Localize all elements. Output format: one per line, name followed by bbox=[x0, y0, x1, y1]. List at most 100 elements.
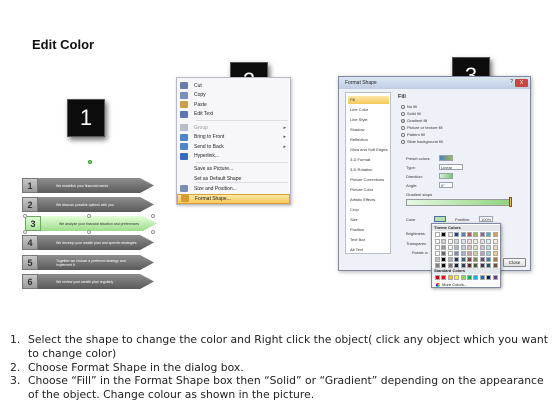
theme-color-swatch[interactable] bbox=[467, 263, 472, 268]
category-item[interactable]: Picture Color bbox=[348, 186, 389, 194]
theme-color-swatch[interactable] bbox=[467, 232, 472, 237]
theme-color-swatch[interactable] bbox=[492, 232, 498, 237]
category-item[interactable]: Size bbox=[348, 216, 389, 224]
menu-item-size-and-position[interactable]: Size and Position... bbox=[177, 184, 290, 194]
theme-color-swatch[interactable] bbox=[447, 257, 453, 262]
standard-color-swatch[interactable] bbox=[473, 275, 479, 280]
theme-color-swatch[interactable] bbox=[435, 239, 440, 244]
menu-item-paste[interactable]: Paste bbox=[177, 100, 290, 110]
menu-item-send-to-back[interactable]: Send to Back ▸ bbox=[177, 142, 290, 152]
shape-row[interactable]: 6 We review your wealth plan regularly bbox=[22, 274, 154, 289]
theme-color-swatch[interactable] bbox=[435, 263, 440, 268]
theme-color-swatch[interactable] bbox=[447, 251, 453, 256]
standard-color-swatch[interactable] bbox=[460, 275, 466, 280]
theme-color-swatch[interactable] bbox=[486, 232, 492, 237]
menu-item-format-shape[interactable]: Format Shape... bbox=[177, 194, 290, 204]
theme-color-swatch[interactable] bbox=[460, 239, 466, 244]
theme-color-swatch[interactable] bbox=[447, 232, 453, 237]
theme-color-swatch[interactable] bbox=[486, 251, 492, 256]
category-item[interactable]: Crop bbox=[348, 206, 389, 214]
selection-handle[interactable] bbox=[151, 214, 155, 218]
theme-color-swatch[interactable] bbox=[435, 257, 440, 262]
shape-row[interactable]: 2 We discuss possible options with you bbox=[22, 197, 154, 212]
standard-color-swatch[interactable] bbox=[479, 275, 485, 280]
theme-color-swatch[interactable] bbox=[473, 245, 479, 250]
theme-color-swatch[interactable] bbox=[454, 245, 460, 250]
standard-color-swatch[interactable] bbox=[447, 275, 453, 280]
theme-color-swatch[interactable] bbox=[454, 251, 460, 256]
menu-item-bring-to-front[interactable]: Bring to Front ▸ bbox=[177, 133, 290, 143]
theme-color-swatch[interactable] bbox=[486, 245, 492, 250]
gradient-stops-bar[interactable] bbox=[406, 199, 511, 206]
theme-color-swatch[interactable] bbox=[492, 263, 498, 268]
theme-color-swatch[interactable] bbox=[435, 251, 440, 256]
fill-option-radio[interactable]: Pattern fill bbox=[401, 132, 425, 137]
shape-row[interactable]: 1 We establish your financial needs bbox=[22, 178, 154, 193]
theme-color-swatch[interactable] bbox=[454, 257, 460, 262]
theme-color-swatch[interactable] bbox=[460, 232, 466, 237]
direction-dropdown[interactable] bbox=[439, 173, 453, 179]
selection-handle[interactable] bbox=[23, 214, 27, 218]
theme-color-swatch[interactable] bbox=[447, 245, 453, 250]
theme-color-swatch[interactable] bbox=[492, 245, 498, 250]
standard-color-swatch[interactable] bbox=[467, 275, 472, 280]
theme-color-swatch[interactable] bbox=[486, 239, 492, 244]
shape-row[interactable]: 4 We develop your wealth plan and specifi… bbox=[22, 235, 154, 250]
standard-color-swatch[interactable] bbox=[486, 275, 492, 280]
theme-color-swatch[interactable] bbox=[441, 232, 447, 237]
menu-item-save-as-picture[interactable]: Save as Picture... bbox=[177, 165, 290, 175]
category-item[interactable]: Reflection bbox=[348, 136, 389, 144]
theme-color-swatch[interactable] bbox=[447, 263, 453, 268]
category-item[interactable]: Line Color bbox=[348, 106, 389, 114]
theme-color-swatch[interactable] bbox=[460, 257, 466, 262]
fill-option-radio[interactable]: No fill bbox=[401, 104, 417, 109]
theme-color-swatch[interactable] bbox=[492, 257, 498, 262]
menu-item-edit-text[interactable]: Edit Text bbox=[177, 110, 290, 120]
category-item[interactable]: Text Box bbox=[348, 236, 389, 244]
theme-color-swatch[interactable] bbox=[441, 257, 447, 262]
selection-handle[interactable] bbox=[87, 214, 91, 218]
theme-color-swatch[interactable] bbox=[454, 239, 460, 244]
theme-color-swatch[interactable] bbox=[467, 251, 472, 256]
theme-color-swatch[interactable] bbox=[435, 232, 440, 237]
theme-color-swatch[interactable] bbox=[473, 232, 479, 237]
standard-color-swatch[interactable] bbox=[441, 275, 447, 280]
shape-row[interactable]: 5 Together we choose a preferred strategy… bbox=[22, 255, 154, 270]
menu-item-hyperlink[interactable]: Hyperlink... bbox=[177, 152, 290, 162]
fill-option-radio[interactable]: Gradient fill bbox=[401, 118, 427, 123]
category-item[interactable]: Artistic Effects bbox=[348, 196, 389, 204]
category-item[interactable]: Shadow bbox=[348, 126, 389, 134]
theme-color-swatch[interactable] bbox=[479, 239, 485, 244]
menu-item-cut[interactable]: Cut bbox=[177, 81, 290, 91]
position-input[interactable]: 100% bbox=[479, 216, 493, 222]
selection-handle[interactable] bbox=[151, 230, 155, 234]
theme-color-swatch[interactable] bbox=[467, 239, 472, 244]
theme-color-swatch[interactable] bbox=[473, 251, 479, 256]
preset-colors-dropdown[interactable] bbox=[439, 155, 453, 161]
theme-color-swatch[interactable] bbox=[467, 257, 472, 262]
theme-color-swatch[interactable] bbox=[492, 251, 498, 256]
theme-color-swatch[interactable] bbox=[473, 257, 479, 262]
theme-color-swatch[interactable] bbox=[435, 245, 440, 250]
help-icon[interactable]: ? bbox=[510, 79, 513, 85]
category-item[interactable]: Glow and Soft Edges bbox=[348, 146, 389, 154]
menu-item-group[interactable]: Group ▸ bbox=[177, 123, 290, 133]
theme-color-swatch[interactable] bbox=[441, 239, 447, 244]
more-colors-item[interactable]: More Colors... bbox=[436, 282, 467, 287]
theme-color-swatch[interactable] bbox=[441, 251, 447, 256]
type-select[interactable]: Linear bbox=[439, 164, 463, 170]
fill-option-radio[interactable]: Solid fill bbox=[401, 111, 421, 116]
standard-color-swatch[interactable] bbox=[492, 275, 498, 280]
theme-color-swatch[interactable] bbox=[479, 245, 485, 250]
theme-color-swatch[interactable] bbox=[492, 239, 498, 244]
category-item[interactable]: 3-D Rotation bbox=[348, 166, 389, 174]
theme-color-swatch[interactable] bbox=[467, 245, 472, 250]
theme-color-swatch[interactable] bbox=[460, 263, 466, 268]
shape-row[interactable]: 3 We analyze your financial situation and… bbox=[25, 216, 157, 231]
fill-option-radio[interactable]: Picture or texture fill bbox=[401, 125, 442, 130]
theme-color-swatch[interactable] bbox=[441, 245, 447, 250]
close-button[interactable]: Close bbox=[503, 258, 526, 267]
theme-color-swatch[interactable] bbox=[479, 257, 485, 262]
theme-color-swatch[interactable] bbox=[473, 239, 479, 244]
theme-color-swatch[interactable] bbox=[486, 263, 492, 268]
